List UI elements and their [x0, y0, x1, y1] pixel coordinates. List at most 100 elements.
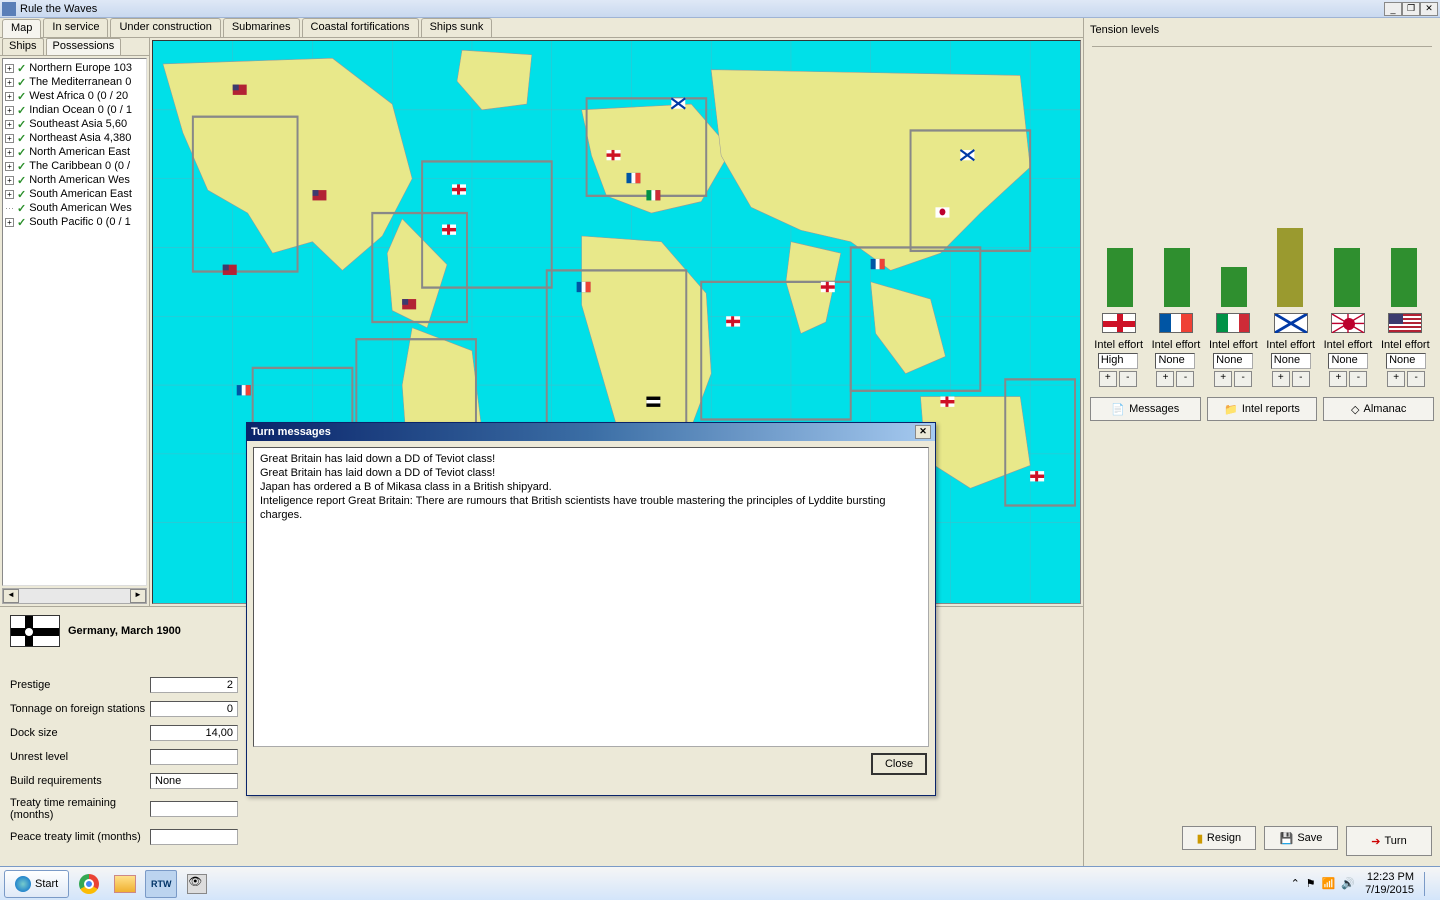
tree-label: South American East — [29, 188, 132, 200]
tree-row[interactable]: +✓The Mediterranean 0 — [5, 75, 144, 89]
tab-in-service[interactable]: In service — [43, 18, 108, 37]
intel-decrease-button[interactable]: - — [1349, 371, 1367, 387]
expand-icon[interactable]: + — [5, 78, 14, 87]
expand-icon[interactable]: + — [5, 162, 14, 171]
save-button[interactable]: 💾Save — [1264, 826, 1338, 850]
intel-effort-label: Intel effort — [1266, 339, 1315, 351]
subtab-ships[interactable]: Ships — [2, 38, 44, 55]
treaty-value — [150, 801, 238, 817]
expand-icon[interactable]: + — [5, 190, 14, 199]
minimize-button[interactable]: _ — [1384, 2, 1402, 16]
tonnage-label: Tonnage on foreign stations — [10, 703, 150, 715]
expand-icon[interactable]: + — [5, 134, 14, 143]
tree-row[interactable]: +✓West Africa 0 (0 / 20 — [5, 89, 144, 103]
dock-value: 14,00 — [150, 725, 238, 741]
tension-bar — [1391, 248, 1417, 307]
intel-effort-label: Intel effort — [1381, 339, 1430, 351]
check-icon: ✓ — [17, 202, 26, 215]
tension-bar — [1221, 267, 1247, 307]
intel-decrease-button[interactable]: - — [1234, 371, 1252, 387]
tab-coastal-fortifications[interactable]: Coastal fortifications — [302, 18, 419, 37]
tension-bar-chart — [1090, 87, 1434, 307]
main-tabs: Map In service Under construction Submar… — [0, 18, 1083, 38]
check-icon: ✓ — [17, 90, 26, 103]
intel-increase-button[interactable]: + — [1099, 371, 1117, 387]
tree-row[interactable]: +✓North American Wes — [5, 173, 144, 187]
turn-button[interactable]: ➔Turn — [1346, 826, 1432, 856]
expand-icon[interactable]: + — [5, 92, 14, 101]
close-button[interactable]: ✕ — [1420, 2, 1438, 16]
tension-bar — [1277, 228, 1303, 307]
show-desktop-button[interactable] — [1424, 872, 1432, 896]
tree-scrollbar[interactable]: ◄ ► — [2, 588, 147, 604]
almanac-button[interactable]: ◇Almanac — [1323, 397, 1434, 421]
intel-increase-button[interactable]: + — [1156, 371, 1174, 387]
resign-button[interactable]: ▮Resign — [1182, 826, 1256, 850]
taskbar-app-icon[interactable]: 👁 — [181, 870, 213, 898]
intel-effort-adjusters: +-+-+-+-+-+- — [1090, 371, 1434, 387]
expand-icon[interactable]: + — [5, 218, 14, 227]
peace-label: Peace treaty limit (months) — [10, 831, 150, 843]
scroll-left-button[interactable]: ◄ — [3, 589, 19, 603]
intel-increase-button[interactable]: + — [1329, 371, 1347, 387]
taskbar-rtw-icon[interactable]: RTW — [145, 870, 177, 898]
taskbar-explorer-icon[interactable] — [109, 870, 141, 898]
check-icon: ✓ — [17, 160, 26, 173]
tree-row[interactable]: +✓South Pacific 0 (0 / 1 — [5, 215, 144, 229]
dialog-close-button[interactable]: Close — [871, 753, 927, 775]
intel-decrease-button[interactable]: - — [1176, 371, 1194, 387]
expand-icon[interactable]: + — [5, 120, 14, 129]
expand-icon[interactable]: + — [5, 106, 14, 115]
expand-icon[interactable]: + — [5, 64, 14, 73]
intel-effort-label: Intel effort — [1324, 339, 1373, 351]
windows-icon — [15, 876, 31, 892]
possessions-tree[interactable]: +✓Northern Europe 103+✓The Mediterranean… — [2, 58, 147, 586]
taskbar-chrome-icon[interactable] — [73, 870, 105, 898]
tree-row[interactable]: +✓Southeast Asia 5,60 — [5, 117, 144, 131]
check-icon: ✓ — [17, 216, 26, 229]
intel-increase-button[interactable]: + — [1272, 371, 1290, 387]
network-icon[interactable]: 📶 — [1322, 877, 1336, 890]
intel-increase-button[interactable]: + — [1214, 371, 1232, 387]
subtab-possessions[interactable]: Possessions — [46, 38, 122, 55]
dialog-close-x[interactable]: ✕ — [915, 425, 931, 439]
maximize-button[interactable]: ❐ — [1402, 2, 1420, 16]
tree-label: Southeast Asia 5,60 — [29, 118, 127, 130]
tree-row[interactable]: +✓Northeast Asia 4,380 — [5, 131, 144, 145]
tree-row[interactable]: +✓South American East — [5, 187, 144, 201]
tree-row[interactable]: +✓Indian Ocean 0 (0 / 1 — [5, 103, 144, 117]
check-icon: ✓ — [17, 104, 26, 117]
expand-icon[interactable]: + — [5, 176, 14, 185]
scroll-track[interactable] — [19, 589, 130, 603]
expand-icon[interactable]: + — [5, 148, 14, 157]
intel-reports-button[interactable]: 📁Intel reports — [1207, 397, 1318, 421]
intel-effort-labels: Intel effortIntel effortIntel effortInte… — [1090, 339, 1434, 351]
intel-effort-value: None — [1328, 353, 1368, 369]
intel-decrease-button[interactable]: - — [1292, 371, 1310, 387]
tab-under-construction[interactable]: Under construction — [110, 18, 220, 37]
tab-ships-sunk[interactable]: Ships sunk — [421, 18, 493, 37]
tree-label: North American East — [29, 146, 130, 158]
tree-row[interactable]: +✓The Caribbean 0 (0 / — [5, 159, 144, 173]
dialog-titlebar[interactable]: Turn messages ✕ — [247, 423, 935, 441]
unrest-label: Unrest level — [10, 751, 150, 763]
flag-icon[interactable]: ⚑ — [1306, 877, 1316, 890]
volume-icon[interactable]: 🔊 — [1341, 877, 1355, 890]
tree-row[interactable]: +✓Northern Europe 103 — [5, 61, 144, 75]
check-icon: ✓ — [17, 174, 26, 187]
tree-row[interactable]: ···✓South American Wes — [5, 201, 144, 215]
tab-submarines[interactable]: Submarines — [223, 18, 300, 37]
dialog-message-line: Japan has ordered a B of Mikasa class in… — [260, 480, 922, 494]
flag-usa — [1388, 313, 1422, 333]
scroll-right-button[interactable]: ► — [130, 589, 146, 603]
tab-map[interactable]: Map — [2, 19, 41, 38]
messages-button[interactable]: 📄Messages — [1090, 397, 1201, 421]
taskbar-clock[interactable]: 12:23 PM 7/19/2015 — [1361, 871, 1418, 897]
start-button[interactable]: Start — [4, 870, 69, 898]
system-tray[interactable]: ⌃ ⚑ 📶 🔊 12:23 PM 7/19/2015 — [1287, 871, 1436, 897]
intel-decrease-button[interactable]: - — [1407, 371, 1425, 387]
intel-increase-button[interactable]: + — [1387, 371, 1405, 387]
tree-row[interactable]: +✓North American East — [5, 145, 144, 159]
intel-decrease-button[interactable]: - — [1119, 371, 1137, 387]
chevron-up-icon[interactable]: ⌃ — [1291, 877, 1300, 890]
